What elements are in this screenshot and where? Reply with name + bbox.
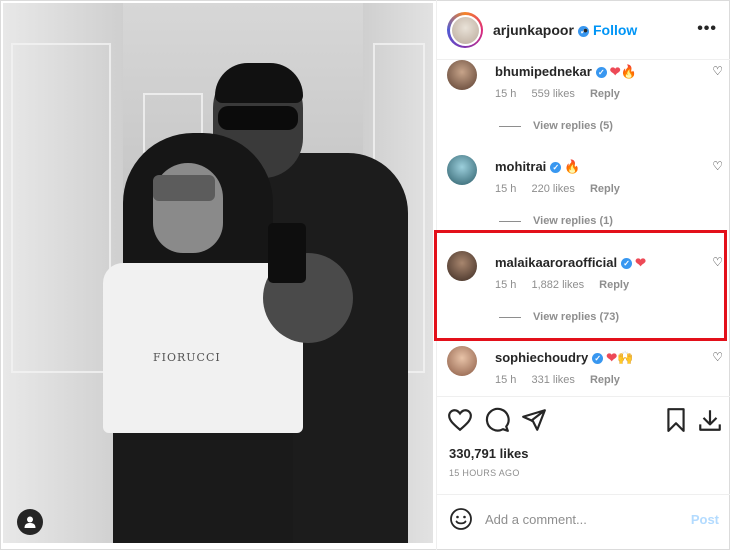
comment-like-icon[interactable]: ♡ <box>712 64 723 78</box>
post-photo[interactable]: FIORUCCI <box>3 3 433 543</box>
comment-item-highlighted: malaikaaroraofficial ✓ ❤ ♡ 15 h 1,882 like… <box>437 251 730 347</box>
comment-likes[interactable]: 220 likes <box>531 183 574 195</box>
post-comment-button[interactable]: Post <box>691 512 719 527</box>
view-replies-text: View replies (73) <box>533 311 620 323</box>
comment-composer: Post <box>437 494 730 550</box>
comment-time: 15 h <box>495 374 517 386</box>
photo-wall-panel <box>11 43 111 373</box>
photo-man-hair <box>215 63 303 103</box>
author-username[interactable]: arjunkapoor ✓ <box>493 22 589 38</box>
likes-count[interactable]: 330,791 likes <box>449 446 529 461</box>
view-replies-button[interactable]: View replies (73) <box>499 311 619 323</box>
comment-item: bhumipednekar ✓ ❤🔥 ♡ 15 h 559 likes Reply … <box>437 60 730 156</box>
photo-man-sunglasses <box>218 106 298 130</box>
bookmark-icon[interactable] <box>663 407 689 433</box>
comment-text: ❤🔥 <box>609 64 637 79</box>
comment-item: mohitrai ✓ 🔥 ♡ 15 h 220 likes Reply View r… <box>437 155 730 251</box>
view-replies-line <box>499 316 521 318</box>
comment-time: 15 h <box>495 183 517 195</box>
share-icon[interactable] <box>521 407 547 433</box>
comment-text: ❤🙌 <box>606 350 634 365</box>
more-options-icon[interactable]: ••• <box>697 20 717 38</box>
post-actions-bar <box>437 396 730 442</box>
comment-meta: 15 h 559 likes Reply <box>495 88 632 100</box>
photo-woman-sunglasses <box>153 175 215 201</box>
comment-username[interactable]: sophiechoudry ✓ ❤🙌 <box>495 350 633 366</box>
comment-avatar[interactable] <box>447 60 477 90</box>
comment-meta: 15 h 331 likes Reply <box>495 374 632 386</box>
author-avatar[interactable] <box>447 12 483 48</box>
comment-meta: 15 h 1,882 likes Reply <box>495 279 641 291</box>
user-icon <box>24 516 36 528</box>
view-replies-text: View replies (5) <box>533 120 613 132</box>
view-replies-line <box>499 220 521 222</box>
comment-reply-button[interactable]: Reply <box>599 279 629 291</box>
comment-text: ❤ <box>635 255 647 270</box>
comment-username[interactable]: bhumipednekar ✓ ❤🔥 <box>495 64 637 80</box>
view-replies-line <box>499 125 521 127</box>
comment-username-text: mohitrai <box>495 159 547 174</box>
post-sidebar: arjunkapoor ✓ • Follow ••• bhumipednekar ✓… <box>436 0 730 550</box>
comment-username-text: malaikaaroraofficial <box>495 255 618 270</box>
photo-jeans <box>113 433 293 543</box>
photo-phone <box>268 223 306 283</box>
view-replies-text: View replies (1) <box>533 215 613 227</box>
comment-time: 15 h <box>495 279 517 291</box>
comment-reply-button[interactable]: Reply <box>590 374 620 386</box>
comment-username-text: sophiechoudry <box>495 350 589 365</box>
comment-meta: 15 h 220 likes Reply <box>495 183 632 195</box>
author-username-text: arjunkapoor <box>493 22 574 38</box>
photo-tshirt-print: FIORUCCI <box>153 351 221 364</box>
verified-badge-icon: ✓ <box>621 258 633 270</box>
comment-username[interactable]: mohitrai ✓ 🔥 <box>495 159 580 175</box>
comment-likes[interactable]: 559 likes <box>531 88 574 100</box>
verified-badge-icon: ✓ <box>550 162 562 174</box>
comment-likes[interactable]: 1,882 likes <box>531 279 584 291</box>
comment-avatar[interactable] <box>447 251 477 281</box>
tagged-users-button[interactable] <box>17 509 43 535</box>
heart-icon[interactable] <box>447 407 473 433</box>
comment-avatar[interactable] <box>447 346 477 376</box>
emoji-icon[interactable] <box>449 507 473 531</box>
comment-time: 15 h <box>495 88 517 100</box>
comment-reply-button[interactable]: Reply <box>590 88 620 100</box>
comment-username-text: bhumipednekar <box>495 64 592 79</box>
comment-reply-button[interactable]: Reply <box>590 183 620 195</box>
comment-text: 🔥 <box>564 159 581 174</box>
comment-like-icon[interactable]: ♡ <box>712 255 723 269</box>
comment-likes[interactable]: 331 likes <box>531 374 574 386</box>
comment-input[interactable] <box>485 507 675 531</box>
post-timestamp: 15 HOURS AGO <box>449 468 520 478</box>
view-replies-button[interactable]: View replies (5) <box>499 120 613 132</box>
post-header: arjunkapoor ✓ • Follow ••• <box>437 0 730 60</box>
comment-username[interactable]: malaikaaroraofficial ✓ ❤ <box>495 255 646 271</box>
view-replies-button[interactable]: View replies (1) <box>499 215 613 227</box>
comment-like-icon[interactable]: ♡ <box>712 159 723 173</box>
separator-dot: • <box>583 22 588 38</box>
comment-avatar[interactable] <box>447 155 477 185</box>
verified-badge-icon: ✓ <box>595 67 607 79</box>
comment-like-icon[interactable]: ♡ <box>712 350 723 364</box>
avatar-inner <box>449 14 481 46</box>
comment-icon[interactable] <box>484 407 510 433</box>
verified-badge-icon: ✓ <box>592 353 604 365</box>
avatar-image <box>451 16 479 44</box>
follow-button[interactable]: Follow <box>593 22 637 38</box>
download-icon[interactable] <box>697 407 723 433</box>
